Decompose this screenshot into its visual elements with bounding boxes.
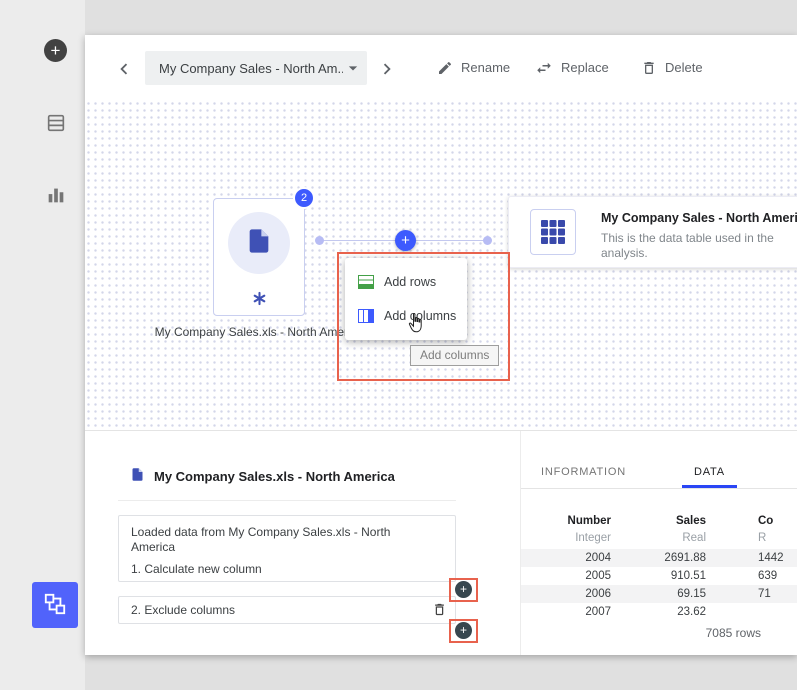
menu-item-label: Add rows xyxy=(384,275,436,289)
source-title: My Company Sales.xls - North America xyxy=(154,469,395,484)
visualizations-button[interactable] xyxy=(45,185,67,207)
cell: 2691.88 xyxy=(616,549,706,567)
tooltip: Add columns xyxy=(410,345,499,366)
transformation-icon xyxy=(252,291,267,306)
column-header: Number xyxy=(521,513,611,530)
table-header-row: Number Sales Co xyxy=(521,513,797,530)
source-file-node[interactable] xyxy=(213,198,305,316)
step-card-loaded[interactable]: Loaded data from My Company Sales.xls - … xyxy=(118,515,456,582)
tab-data[interactable]: DATA xyxy=(682,458,737,488)
insert-transformation-button-2[interactable]: + xyxy=(455,622,472,639)
cell: 71 xyxy=(758,585,797,603)
column-header: Sales xyxy=(616,513,706,530)
table-row: 2005 910.51 639 xyxy=(521,567,797,585)
column-type: Integer xyxy=(521,530,611,547)
connector-port-right xyxy=(483,236,492,245)
table-node-title: My Company Sales - North America xyxy=(601,211,797,225)
tab-information[interactable]: INFORMATION xyxy=(529,458,638,488)
add-rows-icon xyxy=(358,275,374,289)
cell: 639 xyxy=(758,567,797,585)
source-details-panel: My Company Sales.xls - North America Loa… xyxy=(85,431,520,655)
data-canvas-area: 2 My Company Sales.xls - North America +… xyxy=(85,100,797,430)
cell: 1442 xyxy=(758,549,797,567)
dataset-dropdown[interactable]: My Company Sales - North Am... xyxy=(145,51,367,85)
connector-port-left xyxy=(315,236,324,245)
file-icon xyxy=(130,467,145,482)
column-type: R xyxy=(758,530,797,547)
document-icon xyxy=(245,227,273,260)
loaded-data-text: Loaded data from My Company Sales.xls - … xyxy=(131,525,429,555)
cell: 23.62 xyxy=(616,603,706,617)
main-window: My Company Sales - North Am... Rename xyxy=(85,35,797,655)
replace-label: Replace xyxy=(561,60,609,75)
cell: 2004 xyxy=(521,549,611,567)
plus-icon: + xyxy=(401,232,410,249)
data-in-analysis-button[interactable] xyxy=(45,113,67,135)
chevron-left-icon xyxy=(113,58,135,80)
trash-icon xyxy=(641,60,657,76)
app-screen: + My Company Sale xyxy=(0,0,797,690)
menu-item-add-rows[interactable]: Add rows xyxy=(345,265,467,299)
menu-item-add-columns[interactable]: Add columns xyxy=(345,299,467,333)
add-columns-icon xyxy=(358,309,374,323)
table-node-description: This is the data table used in the analy… xyxy=(601,231,797,261)
step-2-label: 2. Exclude columns xyxy=(131,603,235,617)
data-preview-panel: INFORMATION DATA Number Sales Co Integer… xyxy=(520,431,797,655)
add-transformation-button[interactable]: + xyxy=(395,230,416,251)
dataset-dropdown-label: My Company Sales - North Am... xyxy=(145,61,343,76)
file-icon-circle xyxy=(228,212,290,274)
table-rows: 2004 2691.88 1442 2005 910.51 639 2006 6… xyxy=(521,549,797,617)
plus-icon: + xyxy=(460,582,467,596)
cell: 910.51 xyxy=(616,567,706,585)
delete-label: Delete xyxy=(665,60,703,75)
cell: 69.15 xyxy=(616,585,706,603)
cell: 2007 xyxy=(521,603,611,617)
table-row: 2007 23.62 xyxy=(521,603,797,617)
table-grid-icon xyxy=(530,209,576,255)
table-row: 2006 69.15 71 xyxy=(521,585,797,603)
row-count: 7085 rows xyxy=(521,626,761,640)
canvas-toolbar: My Company Sales - North Am... Rename xyxy=(85,35,797,100)
data-table-node[interactable]: My Company Sales - North America This is… xyxy=(508,196,797,268)
next-table-button[interactable] xyxy=(376,58,398,80)
pencil-icon xyxy=(437,60,453,76)
bar-chart-icon xyxy=(45,184,67,209)
column-type: Real xyxy=(616,530,706,547)
add-menu: Add rows Add columns xyxy=(345,258,467,340)
delete-button[interactable]: Delete xyxy=(641,35,703,100)
mouse-cursor xyxy=(408,312,424,339)
table-row: 2004 2691.88 1442 xyxy=(521,549,797,567)
plus-icon: + xyxy=(51,41,61,60)
trash-icon xyxy=(432,602,447,620)
previous-table-button[interactable] xyxy=(113,58,135,80)
swap-icon xyxy=(535,59,553,77)
divider xyxy=(118,500,456,501)
rename-button[interactable]: Rename xyxy=(437,35,510,100)
bottom-panel: My Company Sales.xls - North America Loa… xyxy=(85,430,797,655)
chevron-right-icon xyxy=(376,58,398,80)
cell: 2006 xyxy=(521,585,611,603)
left-sidebar: + xyxy=(0,0,85,690)
cell: 2005 xyxy=(521,567,611,585)
data-canvas-icon xyxy=(42,591,68,620)
table-type-row: Integer Real R xyxy=(521,530,797,547)
add-button[interactable]: + xyxy=(44,39,67,62)
rename-label: Rename xyxy=(461,60,510,75)
step-count-badge: 2 xyxy=(293,187,315,209)
data-preview-table: Number Sales Co Integer Real R 2004 2691… xyxy=(521,513,797,617)
insert-transformation-button-1[interactable]: + xyxy=(455,581,472,598)
preview-tabs: INFORMATION DATA xyxy=(521,458,797,489)
data-list-icon xyxy=(45,112,67,137)
source-node-label: My Company Sales.xls - North America xyxy=(139,325,379,339)
replace-button[interactable]: Replace xyxy=(535,35,609,100)
step-card-exclude[interactable]: 2. Exclude columns xyxy=(118,596,456,624)
delete-step-button[interactable] xyxy=(432,602,447,620)
step-1-label: 1. Calculate new column xyxy=(131,562,429,577)
column-header: Co xyxy=(758,513,797,530)
data-canvas-button[interactable] xyxy=(32,582,78,628)
plus-icon: + xyxy=(460,623,467,637)
caret-down-icon xyxy=(343,58,363,78)
